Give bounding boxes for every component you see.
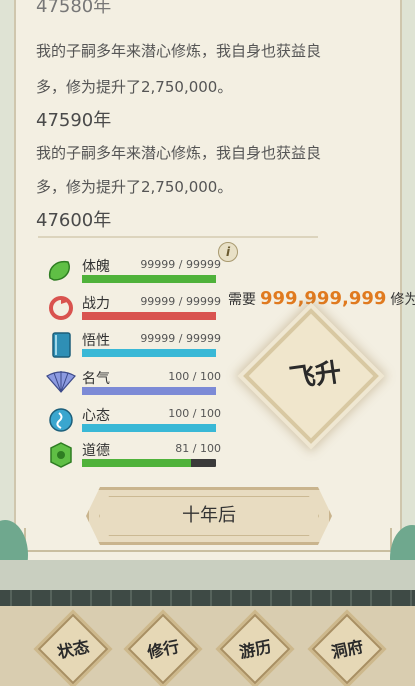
heart-mind-icon bbox=[46, 407, 76, 433]
log-year: 47590年 bbox=[36, 110, 112, 131]
log-text: 我的子嗣多年来潜心修炼，我自身也获益良 bbox=[36, 42, 322, 60]
requirement-suffix: 修为 bbox=[390, 292, 415, 308]
log-text: 多，修为提升了2,750,000。 bbox=[36, 178, 233, 196]
stat-bar bbox=[82, 349, 216, 357]
pattern-bar bbox=[0, 590, 415, 606]
log-year: 47580年 bbox=[36, 0, 112, 17]
requirement-prefix: 需要 bbox=[228, 292, 256, 308]
stat-value: 99999 / 99999 bbox=[140, 332, 221, 345]
stat-row-insight: 悟性 99999 / 99999 bbox=[46, 330, 221, 360]
power-swirl-icon bbox=[46, 295, 76, 321]
bottom-nav: 状态 修行 游历 洞府 bbox=[0, 606, 415, 686]
stat-name: 名气 bbox=[82, 371, 110, 387]
tab-cave[interactable]: 洞府 bbox=[311, 613, 383, 685]
stat-value: 81 / 100 bbox=[175, 442, 221, 455]
log-text: 我的子嗣多年来潜心修炼，我自身也获益良 bbox=[36, 144, 322, 162]
stat-bar bbox=[82, 424, 216, 432]
stat-value: 99999 / 99999 bbox=[140, 258, 221, 271]
stat-value: 100 / 100 bbox=[168, 407, 221, 420]
body-leaf-icon bbox=[46, 258, 76, 284]
stat-row-power: 战力 99999 / 99999 bbox=[46, 293, 221, 323]
ascend-requirement: 需要 999,999,999 修为 bbox=[228, 288, 415, 309]
stat-row-mind: 心态 100 / 100 bbox=[46, 405, 221, 435]
tab-status[interactable]: 状态 bbox=[37, 613, 109, 685]
stat-bar-fill bbox=[82, 275, 216, 283]
stat-name: 道德 bbox=[82, 443, 110, 459]
next-decade-button[interactable]: 十年后 bbox=[86, 487, 332, 545]
log-year-latest: 47600年 bbox=[36, 210, 112, 231]
stat-value: 100 / 100 bbox=[168, 370, 221, 383]
tab-travel[interactable]: 游历 bbox=[219, 613, 291, 685]
stat-name: 心态 bbox=[82, 408, 110, 424]
virtue-medal-icon bbox=[46, 442, 76, 468]
stat-bar bbox=[82, 459, 216, 467]
stat-name: 体魄 bbox=[82, 259, 110, 275]
stat-bar-fill bbox=[82, 424, 216, 432]
log-text: 多，修为提升了2,750,000。 bbox=[36, 78, 233, 96]
stat-bar-fill bbox=[82, 459, 191, 467]
stat-name: 战力 bbox=[82, 296, 110, 312]
divider bbox=[38, 236, 318, 238]
stat-row-body: 体魄 99999 / 99999 bbox=[46, 256, 221, 286]
stat-row-fame: 名气 100 / 100 bbox=[46, 368, 221, 398]
fan-icon bbox=[46, 370, 76, 396]
stat-value: 99999 / 99999 bbox=[140, 295, 221, 308]
tab-cultivate[interactable]: 修行 bbox=[127, 613, 199, 685]
stat-bar bbox=[82, 387, 216, 395]
book-icon bbox=[46, 332, 76, 358]
requirement-amount: 999,999,999 bbox=[260, 288, 387, 309]
stat-bar bbox=[82, 312, 216, 320]
stat-bar-fill bbox=[82, 387, 216, 395]
button-frame bbox=[99, 496, 319, 536]
stat-bar bbox=[82, 275, 216, 283]
info-icon[interactable]: i bbox=[218, 242, 238, 262]
stat-name: 悟性 bbox=[82, 333, 110, 349]
stat-bar-fill bbox=[82, 312, 216, 320]
stat-bar-fill bbox=[82, 349, 216, 357]
bottom-band bbox=[0, 560, 415, 590]
stat-row-virtue: 道德 81 / 100 bbox=[46, 440, 221, 470]
